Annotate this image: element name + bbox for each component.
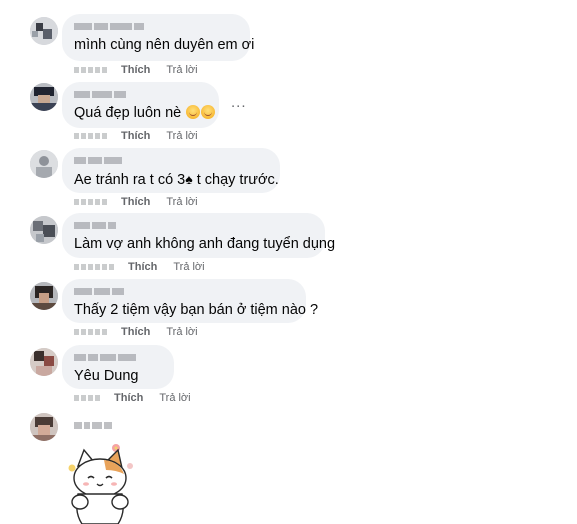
timestamp-blurred[interactable] xyxy=(74,67,107,73)
avatar[interactable] xyxy=(30,413,58,441)
reply-button[interactable]: Trả lời xyxy=(166,196,197,208)
timestamp-blurred[interactable] xyxy=(74,264,114,270)
comment-text: Yêu Dung xyxy=(74,368,139,384)
comment-actions: Thích Trả lời xyxy=(74,325,198,339)
comment-text: Ae tránh ra t có 3 xyxy=(74,172,186,188)
comment-text-row: Quá đẹp luôn nè xyxy=(74,104,216,122)
author-name-blurred[interactable] xyxy=(74,286,294,296)
blurred-avatar-icon xyxy=(30,83,58,111)
like-button[interactable]: Thích xyxy=(121,64,150,76)
like-button[interactable]: Thích xyxy=(114,392,143,404)
reply-button[interactable]: Trả lời xyxy=(166,64,197,76)
smiling-face-icon xyxy=(201,105,216,119)
timestamp-blurred[interactable] xyxy=(74,395,100,401)
author-name-blurred[interactable] xyxy=(74,89,207,99)
like-button[interactable]: Thích xyxy=(128,261,157,273)
spade-suit-icon: ♠ xyxy=(185,171,193,187)
avatar[interactable] xyxy=(30,83,58,111)
comment-actions: Thích Trả lời xyxy=(74,391,191,405)
comment-text: Thấy 2 tiệm vậy bạn bán ở tiệm nào ? xyxy=(74,302,319,318)
avatar[interactable] xyxy=(30,17,58,45)
reply-button[interactable]: Trả lời xyxy=(159,392,190,404)
author-name-blurred[interactable] xyxy=(74,420,112,430)
author-name-blurred[interactable] xyxy=(74,155,268,165)
author-name-blurred[interactable] xyxy=(74,220,313,230)
cat-sticker-icon[interactable] xyxy=(60,440,140,524)
comment-text-continued: t chạy trước. xyxy=(192,172,279,188)
comment-actions: Thích Trả lời xyxy=(74,195,198,209)
reply-button[interactable]: Trả lời xyxy=(166,326,197,338)
author-name-blurred[interactable] xyxy=(74,352,162,362)
comment-text-row: Ae tránh ra t có 3♠ t chạy trước. xyxy=(74,170,279,189)
avatar[interactable] xyxy=(30,150,58,178)
comment-bubble: Làm vợ anh không anh đang tuyển dụng xyxy=(62,213,336,258)
comment-bubble: Ae tránh ra t có 3♠ t chạy trước. xyxy=(62,148,280,193)
comment-actions: Thích Trả lời xyxy=(74,129,198,143)
reply-button[interactable]: Trả lời xyxy=(173,261,204,273)
avatar[interactable] xyxy=(30,216,58,244)
timestamp-blurred[interactable] xyxy=(74,133,107,139)
comment-text: Quá đẹp luôn nè xyxy=(74,105,182,121)
blurred-avatar-icon xyxy=(30,348,58,376)
more-options-button[interactable]: ... xyxy=(231,94,247,111)
blurred-avatar-icon xyxy=(30,150,58,178)
comment-actions: Thích Trả lời xyxy=(74,260,205,274)
comment-actions: Thích Trả lời xyxy=(74,63,198,77)
comment-bubble: Quá đẹp luôn nè xyxy=(62,82,219,128)
avatar[interactable] xyxy=(30,348,58,376)
comment-bubble: Yêu Dung xyxy=(62,345,174,389)
blurred-avatar-icon xyxy=(30,216,58,244)
comment-bubble: mình cùng nên duyên em ơi xyxy=(62,14,255,61)
timestamp-blurred[interactable] xyxy=(74,199,107,205)
blurred-avatar-icon xyxy=(30,413,58,441)
like-button[interactable]: Thích xyxy=(121,196,150,208)
blurred-avatar-icon xyxy=(30,282,58,310)
timestamp-blurred[interactable] xyxy=(74,329,107,335)
smiling-face-icon xyxy=(186,105,201,119)
avatar[interactable] xyxy=(30,282,58,310)
like-button[interactable]: Thích xyxy=(121,130,150,142)
author-name-blurred[interactable] xyxy=(74,21,238,31)
like-button[interactable]: Thích xyxy=(121,326,150,338)
comment-text: mình cùng nên duyên em ơi xyxy=(74,37,255,53)
comment-text: Làm vợ anh không anh đang tuyển dụng xyxy=(74,236,336,252)
comment-bubble: Thấy 2 tiệm vậy bạn bán ở tiệm nào ? xyxy=(62,279,319,323)
blurred-avatar-icon xyxy=(30,17,58,45)
reply-button[interactable]: Trả lời xyxy=(166,130,197,142)
